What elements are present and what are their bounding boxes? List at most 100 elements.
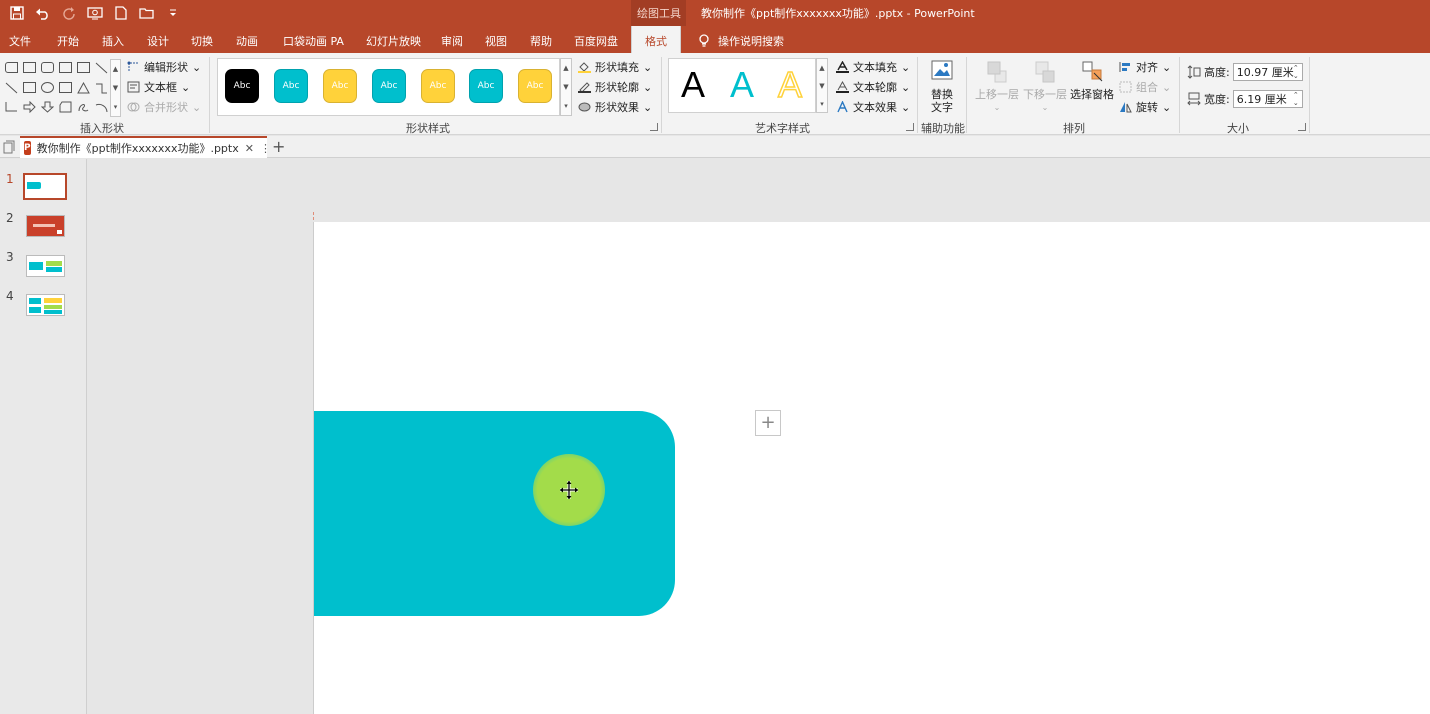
oval-shape-icon[interactable] bbox=[41, 82, 54, 93]
rounded-rectangle-shape[interactable] bbox=[314, 411, 675, 616]
tab-transitions[interactable]: 切换 bbox=[191, 33, 213, 49]
alt-text-label: 替换 文字 bbox=[931, 88, 953, 114]
wordart-dialog-launcher[interactable] bbox=[906, 123, 914, 131]
freeform-shape-icon[interactable] bbox=[77, 101, 90, 113]
wordart-item[interactable]: A bbox=[730, 63, 754, 107]
document-tab[interactable]: P 教你制作《ppt制作xxxxxxx功能》.pptx ✕ ⋮ bbox=[20, 136, 271, 158]
shape-styles-scroll[interactable]: ▲ ▼ ▾ bbox=[560, 58, 572, 116]
tab-design[interactable]: 设计 bbox=[147, 33, 169, 49]
group-separator bbox=[209, 57, 210, 133]
tab-file[interactable]: 文件 bbox=[9, 33, 31, 49]
shape-outline-button[interactable]: 形状轮廓 ⌄ bbox=[578, 79, 652, 95]
tab-list-icon[interactable] bbox=[3, 140, 15, 154]
redo-icon[interactable] bbox=[58, 3, 80, 23]
tab-format[interactable]: 格式 bbox=[631, 26, 681, 54]
shape-item[interactable] bbox=[59, 82, 72, 93]
text-outline-icon bbox=[836, 81, 849, 93]
shape-style-item[interactable]: Abc bbox=[274, 69, 308, 103]
shape-styles-gallery[interactable]: Abc Abc Abc Abc Abc Abc Abc bbox=[217, 58, 560, 116]
down-arrow-shape-icon[interactable] bbox=[41, 101, 54, 113]
align-icon bbox=[1119, 62, 1130, 72]
wordart-item[interactable]: A bbox=[777, 63, 803, 107]
shape-effects-button[interactable]: 形状效果 ⌄ bbox=[578, 99, 652, 115]
text-effects-button[interactable]: 文本效果 ⌄ bbox=[836, 99, 910, 115]
merge-shapes-button[interactable]: 合并形状 ⌄ bbox=[127, 99, 201, 115]
rotate-button[interactable]: 旋转 ⌄ bbox=[1119, 99, 1171, 115]
slide-thumbnail-2[interactable] bbox=[26, 215, 65, 237]
pentagon-shape-icon[interactable] bbox=[59, 101, 72, 113]
right-arrow-shape-icon[interactable] bbox=[23, 101, 36, 113]
undo-icon[interactable] bbox=[32, 3, 54, 23]
shape-item[interactable] bbox=[77, 62, 90, 73]
arc-shape-icon[interactable] bbox=[95, 101, 108, 113]
tab-help[interactable]: 帮助 bbox=[530, 33, 552, 49]
tab-pocket-animation[interactable]: 口袋动画 PA bbox=[283, 33, 344, 49]
shape-style-item[interactable]: Abc bbox=[225, 69, 259, 103]
tab-baidu-netdisk[interactable]: 百度网盘 bbox=[574, 33, 618, 49]
shape-fill-button[interactable]: 形状填充 ⌄ bbox=[578, 59, 652, 75]
slide-number: 4 bbox=[6, 289, 14, 303]
align-button[interactable]: 对齐 ⌄ bbox=[1119, 59, 1171, 75]
shape-item[interactable] bbox=[23, 82, 36, 93]
shape-style-item[interactable]: Abc bbox=[323, 69, 357, 103]
new-tab-icon[interactable]: + bbox=[272, 137, 285, 156]
open-folder-icon[interactable] bbox=[136, 3, 158, 23]
shape-item[interactable] bbox=[41, 62, 54, 73]
wordart-item[interactable]: A bbox=[681, 63, 705, 107]
shape-height-icon bbox=[1187, 65, 1201, 79]
tell-me-search[interactable]: 操作说明搜索 bbox=[698, 33, 784, 49]
rotate-icon bbox=[1120, 102, 1132, 113]
connector-shape-icon[interactable] bbox=[95, 82, 108, 94]
tab-insert[interactable]: 插入 bbox=[102, 33, 124, 49]
slide-thumbnail-4[interactable] bbox=[26, 294, 65, 316]
shape-styles-dialog-launcher[interactable] bbox=[650, 123, 658, 131]
tab-home[interactable]: 开始 bbox=[57, 33, 79, 49]
height-row: 高度: 10.97 厘米 ⌃ ⌄ bbox=[1187, 63, 1303, 81]
alt-text-icon bbox=[931, 60, 953, 80]
from-beginning-icon[interactable] bbox=[84, 3, 106, 23]
send-backward-button[interactable]: 下移一层 ⌄ bbox=[1023, 59, 1067, 114]
text-fill-button[interactable]: 文本填充 ⌄ bbox=[836, 59, 910, 75]
shape-item[interactable] bbox=[59, 62, 72, 73]
wordart-gallery[interactable]: A A A bbox=[668, 58, 816, 113]
triangle-shape-icon[interactable] bbox=[77, 82, 90, 94]
text-outline-button[interactable]: 文本轮廓 ⌄ bbox=[836, 79, 910, 95]
tab-animations[interactable]: 动画 bbox=[236, 33, 258, 49]
selection-pane-button[interactable]: 选择窗格 bbox=[1070, 59, 1114, 101]
shape-item[interactable] bbox=[23, 62, 36, 73]
shape-style-item[interactable]: Abc bbox=[421, 69, 455, 103]
width-spinner[interactable]: ⌃ ⌄ bbox=[1293, 91, 1299, 107]
tab-slideshow[interactable]: 幻灯片放映 bbox=[366, 33, 421, 49]
slide-thumbnail-3[interactable] bbox=[26, 255, 65, 277]
elbow-connector-icon[interactable] bbox=[5, 101, 18, 113]
shape-style-item[interactable]: Abc bbox=[372, 69, 406, 103]
shape-style-item[interactable]: Abc bbox=[469, 69, 503, 103]
customize-qat-icon[interactable] bbox=[162, 3, 184, 23]
tab-more-icon[interactable]: ⋮ bbox=[260, 142, 271, 155]
size-dialog-launcher[interactable] bbox=[1298, 123, 1306, 131]
close-tab-icon[interactable]: ✕ bbox=[245, 142, 254, 155]
shapes-gallery[interactable] bbox=[3, 59, 111, 117]
edit-shape-button[interactable]: 编辑形状 ⌄ bbox=[127, 59, 201, 75]
bring-forward-button[interactable]: 上移一层 ⌄ bbox=[975, 59, 1019, 114]
line-shape-icon[interactable] bbox=[5, 82, 18, 94]
wordart-scroll[interactable]: ▲ ▼ ▾ bbox=[816, 58, 828, 113]
height-spinner[interactable]: ⌃ ⌄ bbox=[1293, 64, 1299, 80]
text-box-button[interactable]: 文本框 ⌄ bbox=[127, 79, 190, 95]
save-icon[interactable] bbox=[6, 3, 28, 23]
shape-style-item[interactable]: Abc bbox=[518, 69, 552, 103]
alt-text-button[interactable]: 替换 文字 bbox=[927, 59, 957, 114]
group-button[interactable]: 组合 ⌄ bbox=[1119, 79, 1171, 95]
new-document-icon[interactable] bbox=[110, 3, 132, 23]
width-input[interactable]: 6.19 厘米 ⌃ ⌄ bbox=[1232, 90, 1303, 108]
tab-view[interactable]: 视图 bbox=[485, 33, 507, 49]
slide-thumbnail-1[interactable] bbox=[23, 173, 67, 200]
shape-item[interactable] bbox=[5, 62, 18, 73]
line-shape-icon[interactable] bbox=[95, 62, 108, 74]
bring-forward-icon bbox=[987, 61, 1007, 83]
shapes-gallery-scroll[interactable]: ▲ ▼ ▾ bbox=[110, 59, 121, 117]
height-input[interactable]: 10.97 厘米 ⌃ ⌄ bbox=[1232, 63, 1303, 81]
add-element-icon[interactable]: + bbox=[755, 410, 781, 436]
tab-review[interactable]: 审阅 bbox=[441, 33, 463, 49]
send-backward-icon bbox=[1035, 61, 1055, 83]
